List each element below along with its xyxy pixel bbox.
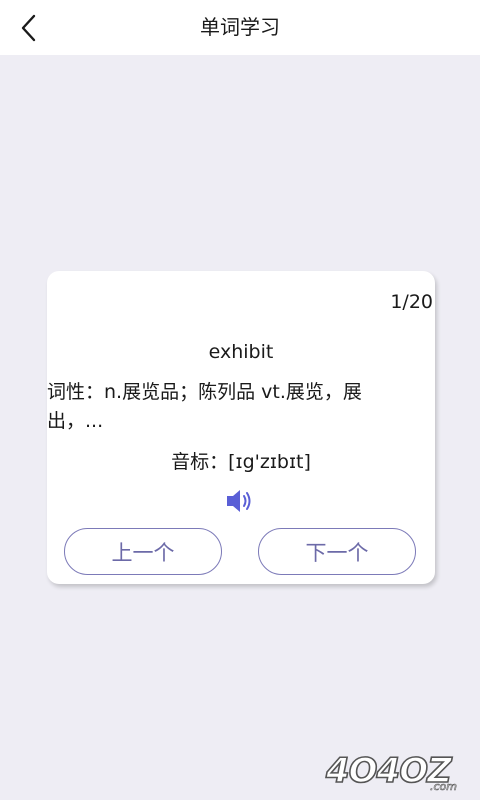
svg-text:.com: .com [430,780,457,793]
page-title: 单词学习 [200,15,280,39]
word-card: 1/20 exhibit 词性：n.展览品；陈列品 vt.展览，展出，... 音… [47,271,435,584]
previous-word-button[interactable]: 上一个 [64,528,222,575]
word-phonetic: 音标：[ɪg'zɪbɪt] [171,451,311,473]
chevron-left-icon [21,14,36,42]
next-word-button[interactable]: 下一个 [258,528,416,575]
word-text: exhibit [208,341,274,363]
back-button[interactable] [10,8,50,48]
pronounce-button[interactable] [225,487,255,515]
top-bar: 单词学习 [0,0,480,55]
progress-counter: 1/20 [390,291,433,313]
site-watermark-logo: 4O4OZ .com [322,744,472,794]
word-definition: 词性：n.展览品；陈列品 vt.展览，展出，... [47,381,362,432]
speaker-icon [227,490,251,512]
